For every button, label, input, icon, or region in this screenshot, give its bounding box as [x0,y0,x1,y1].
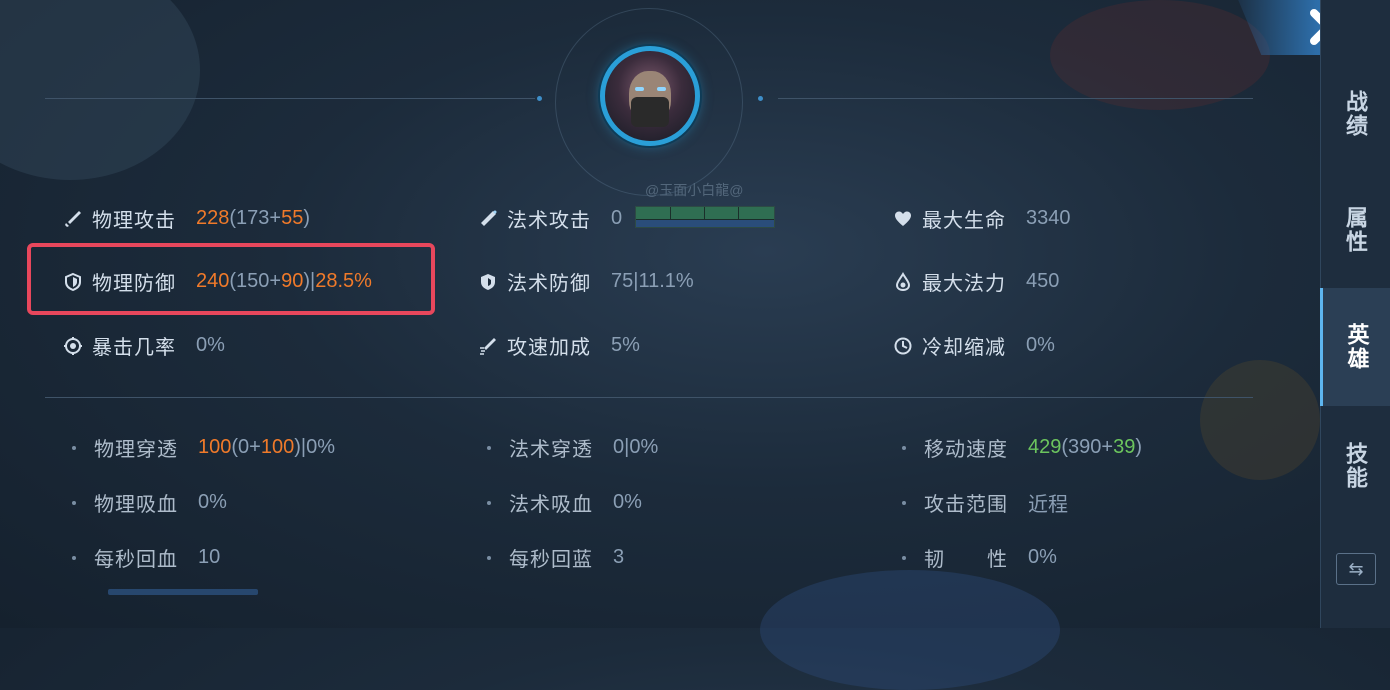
magic-wand-icon [477,208,499,230]
substat-mana-regen: 每秒回蓝 3 [487,543,624,572]
hero-attributes-panel: @玉面小白龍@ 物理攻击 228(173+55) 法术攻击 0 最大生命 334… [0,0,1320,628]
stat-cooldown-reduction: 冷却缩减 0% [892,331,1055,360]
substat-move-speed: 移动速度 429(390+39) [902,433,1142,462]
stat-magic-attack: 法术攻击 0 [477,204,622,233]
tab-hero[interactable]: 英雄 [1320,288,1390,406]
cooldown-clock-icon [892,335,914,357]
stat-physical-attack: 物理攻击 228(173+55) [62,204,310,233]
mana-drop-icon [892,271,914,293]
swap-icon: ⇆ [1348,558,1364,579]
substat-tenacity: 韧 性 0% [902,543,1057,572]
divider [45,397,1253,398]
divider [45,98,535,99]
highlight-box [27,243,435,315]
substat-attack-range: 攻击范围 近程 [902,488,1068,517]
heart-icon [892,208,914,230]
tab-attributes[interactable]: 属性 [1320,196,1390,264]
crit-target-icon [62,335,84,357]
divider-dot [537,96,542,101]
tab-skills[interactable]: 技能 [1320,432,1390,500]
stat-magic-defense: 法术防御 75|11.1% [477,267,694,296]
stat-max-mana: 最大法力 450 [892,267,1059,296]
mana-gauge [635,206,775,228]
hero-avatar [600,46,700,146]
sword-icon [62,208,84,230]
stat-attack-speed: 攻速加成 5% [477,331,640,360]
substat-magic-penetration: 法术穿透 0|0% [487,433,658,462]
progress-bar-decor [108,589,258,595]
attack-speed-icon [477,335,499,357]
substat-physical-lifesteal: 物理吸血 0% [72,488,227,517]
swap-button[interactable]: ⇆ [1336,553,1376,585]
player-name-watermark: @玉面小白龍@ [645,182,744,198]
substat-hp-regen: 每秒回血 10 [72,543,220,572]
divider [778,98,1253,99]
stat-crit-rate: 暴击几率 0% [62,331,225,360]
substat-physical-penetration: 物理穿透 100(0+100)|0% [72,433,335,462]
magic-shield-icon [477,271,499,293]
divider-dot [758,96,763,101]
stat-max-hp: 最大生命 3340 [892,204,1071,233]
tab-battle-record[interactable]: 战绩 [1320,80,1390,148]
substat-magic-lifesteal: 法术吸血 0% [487,488,642,517]
